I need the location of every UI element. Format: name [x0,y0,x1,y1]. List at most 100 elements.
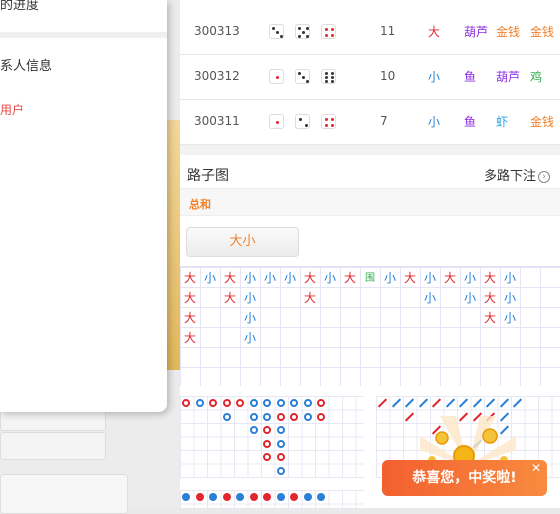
result-tag: 小 [428,115,441,129]
dice-icon [269,114,284,129]
result-tag: 金钱 [530,25,555,39]
big-road-cell: 小 [503,271,516,285]
cockroach-dot [263,493,271,501]
cockroach-dot [290,493,298,501]
result-tag: 鱼 [464,115,477,129]
bead-dot [263,453,271,461]
cockroach-dot [317,493,325,501]
small-road-mark [472,398,482,408]
win-toast: 恭喜您，中奖啦! ✕ [382,460,547,496]
big-road-cell: 小 [243,271,256,285]
big-road-cell: 小 [323,271,336,285]
small-road-mark [431,398,442,408]
big-road-cell: 小 [463,291,476,305]
result-tag: 虾 [496,115,509,129]
bead-dot [276,399,285,407]
drawer-item-contact[interactable]: 系人信息 [0,55,52,74]
tab-bar: 总和 [180,188,560,216]
result-row: 300311 7 小 鱼 虾 金钱 [180,100,560,145]
bead-dot [290,399,298,407]
big-road-grid: 大大大大小大大小小小小小小大大小大围小大小小大小小大大大小小小 [180,266,560,386]
result-tag: 鱼 [464,70,477,84]
dice-icon [295,24,310,39]
big-road-cell: 大 [183,271,196,285]
roadmap-title: 路子图 [187,168,229,184]
big-road-cell: 大 [183,331,196,345]
dice-icon [321,69,336,84]
small-road-mark [445,398,455,408]
big-road-cell: 大 [303,291,316,305]
big-road-cell: 小 [283,271,296,285]
big-road-cell: 小 [203,271,216,285]
small-road-mark [499,398,509,408]
cockroach-road-grid [180,490,364,510]
small-road-mark [485,398,496,408]
result-tag: 金钱 [496,25,521,39]
big-road-cell: 小 [243,331,256,345]
bead-dot [317,399,325,407]
background-field [0,474,128,514]
drawer-divider [0,32,167,38]
section-divider [180,145,560,155]
cockroach-dot [195,493,204,501]
bead-dot [263,399,271,407]
bead-dot [236,399,244,407]
small-road-mark [391,398,401,408]
dice-icon [321,24,336,39]
cockroach-dot [222,493,231,501]
big-road-cell: 大 [483,311,496,325]
drawer-item-user[interactable]: 用户 [0,101,24,118]
result-tag: 大 [428,25,441,39]
big-road-cell: 小 [383,271,396,285]
side-drawer: 的进度 系人信息 用户 [0,0,167,412]
bead-dot [276,466,285,475]
bead-dot [182,399,190,407]
bead-dot [209,399,217,407]
cockroach-dot [209,493,217,501]
bead-dot [195,399,204,407]
drawer-item-progress[interactable]: 的进度 [0,0,39,13]
big-road-cell: 大 [403,271,416,285]
round-id: 300312 [194,69,240,83]
cockroach-dot [182,493,190,501]
result-row: 300313 11 大葫芦 金钱 金钱 [180,10,560,55]
win-toast-text: 恭喜您，中奖啦! [412,470,517,486]
dice-icon [321,114,336,129]
dice-sum: 10 [380,69,396,83]
size-filter-button[interactable]: 大小 [186,227,299,257]
big-road-cell: 大 [183,311,196,325]
multi-bet-link[interactable]: 多路下注 › [484,165,550,184]
bead-dot [303,412,312,421]
bead-dot [222,399,231,407]
arrow-right-icon: › [538,170,550,183]
big-road-cell: 小 [263,271,276,285]
big-road-cell: 小 [503,311,516,325]
bead-dot [222,412,231,421]
background-field [0,432,106,460]
tab-total[interactable]: 总和 [189,196,211,212]
dice-icon [295,69,310,84]
big-road-cell: 大 [483,291,496,305]
bead-dot [263,412,271,421]
big-road-cell: 小 [423,271,436,285]
big-road-cell: 小 [243,291,256,305]
result-row: 300312 10 小 鱼 葫芦鸡 [180,55,560,100]
cockroach-dot [303,493,312,501]
bead-dot [263,439,271,448]
big-road-cell: 大 [223,271,236,285]
big-road-cell: 小 [243,311,256,325]
round-id: 300313 [194,24,240,38]
close-icon[interactable]: ✕ [531,459,541,477]
bead-dot [249,426,258,434]
bead-dot [276,453,285,461]
big-road-cell: 大 [183,291,196,305]
cockroach-dot [276,493,285,501]
dice-icon [295,114,310,129]
big-road-cell: 围 [365,273,375,284]
cockroach-dot [249,493,258,501]
dice-icon [269,69,284,84]
bead-dot [276,412,285,421]
dice-sum: 7 [380,114,388,128]
bead-dot [317,412,325,421]
result-tag: 葫芦 [464,25,489,39]
